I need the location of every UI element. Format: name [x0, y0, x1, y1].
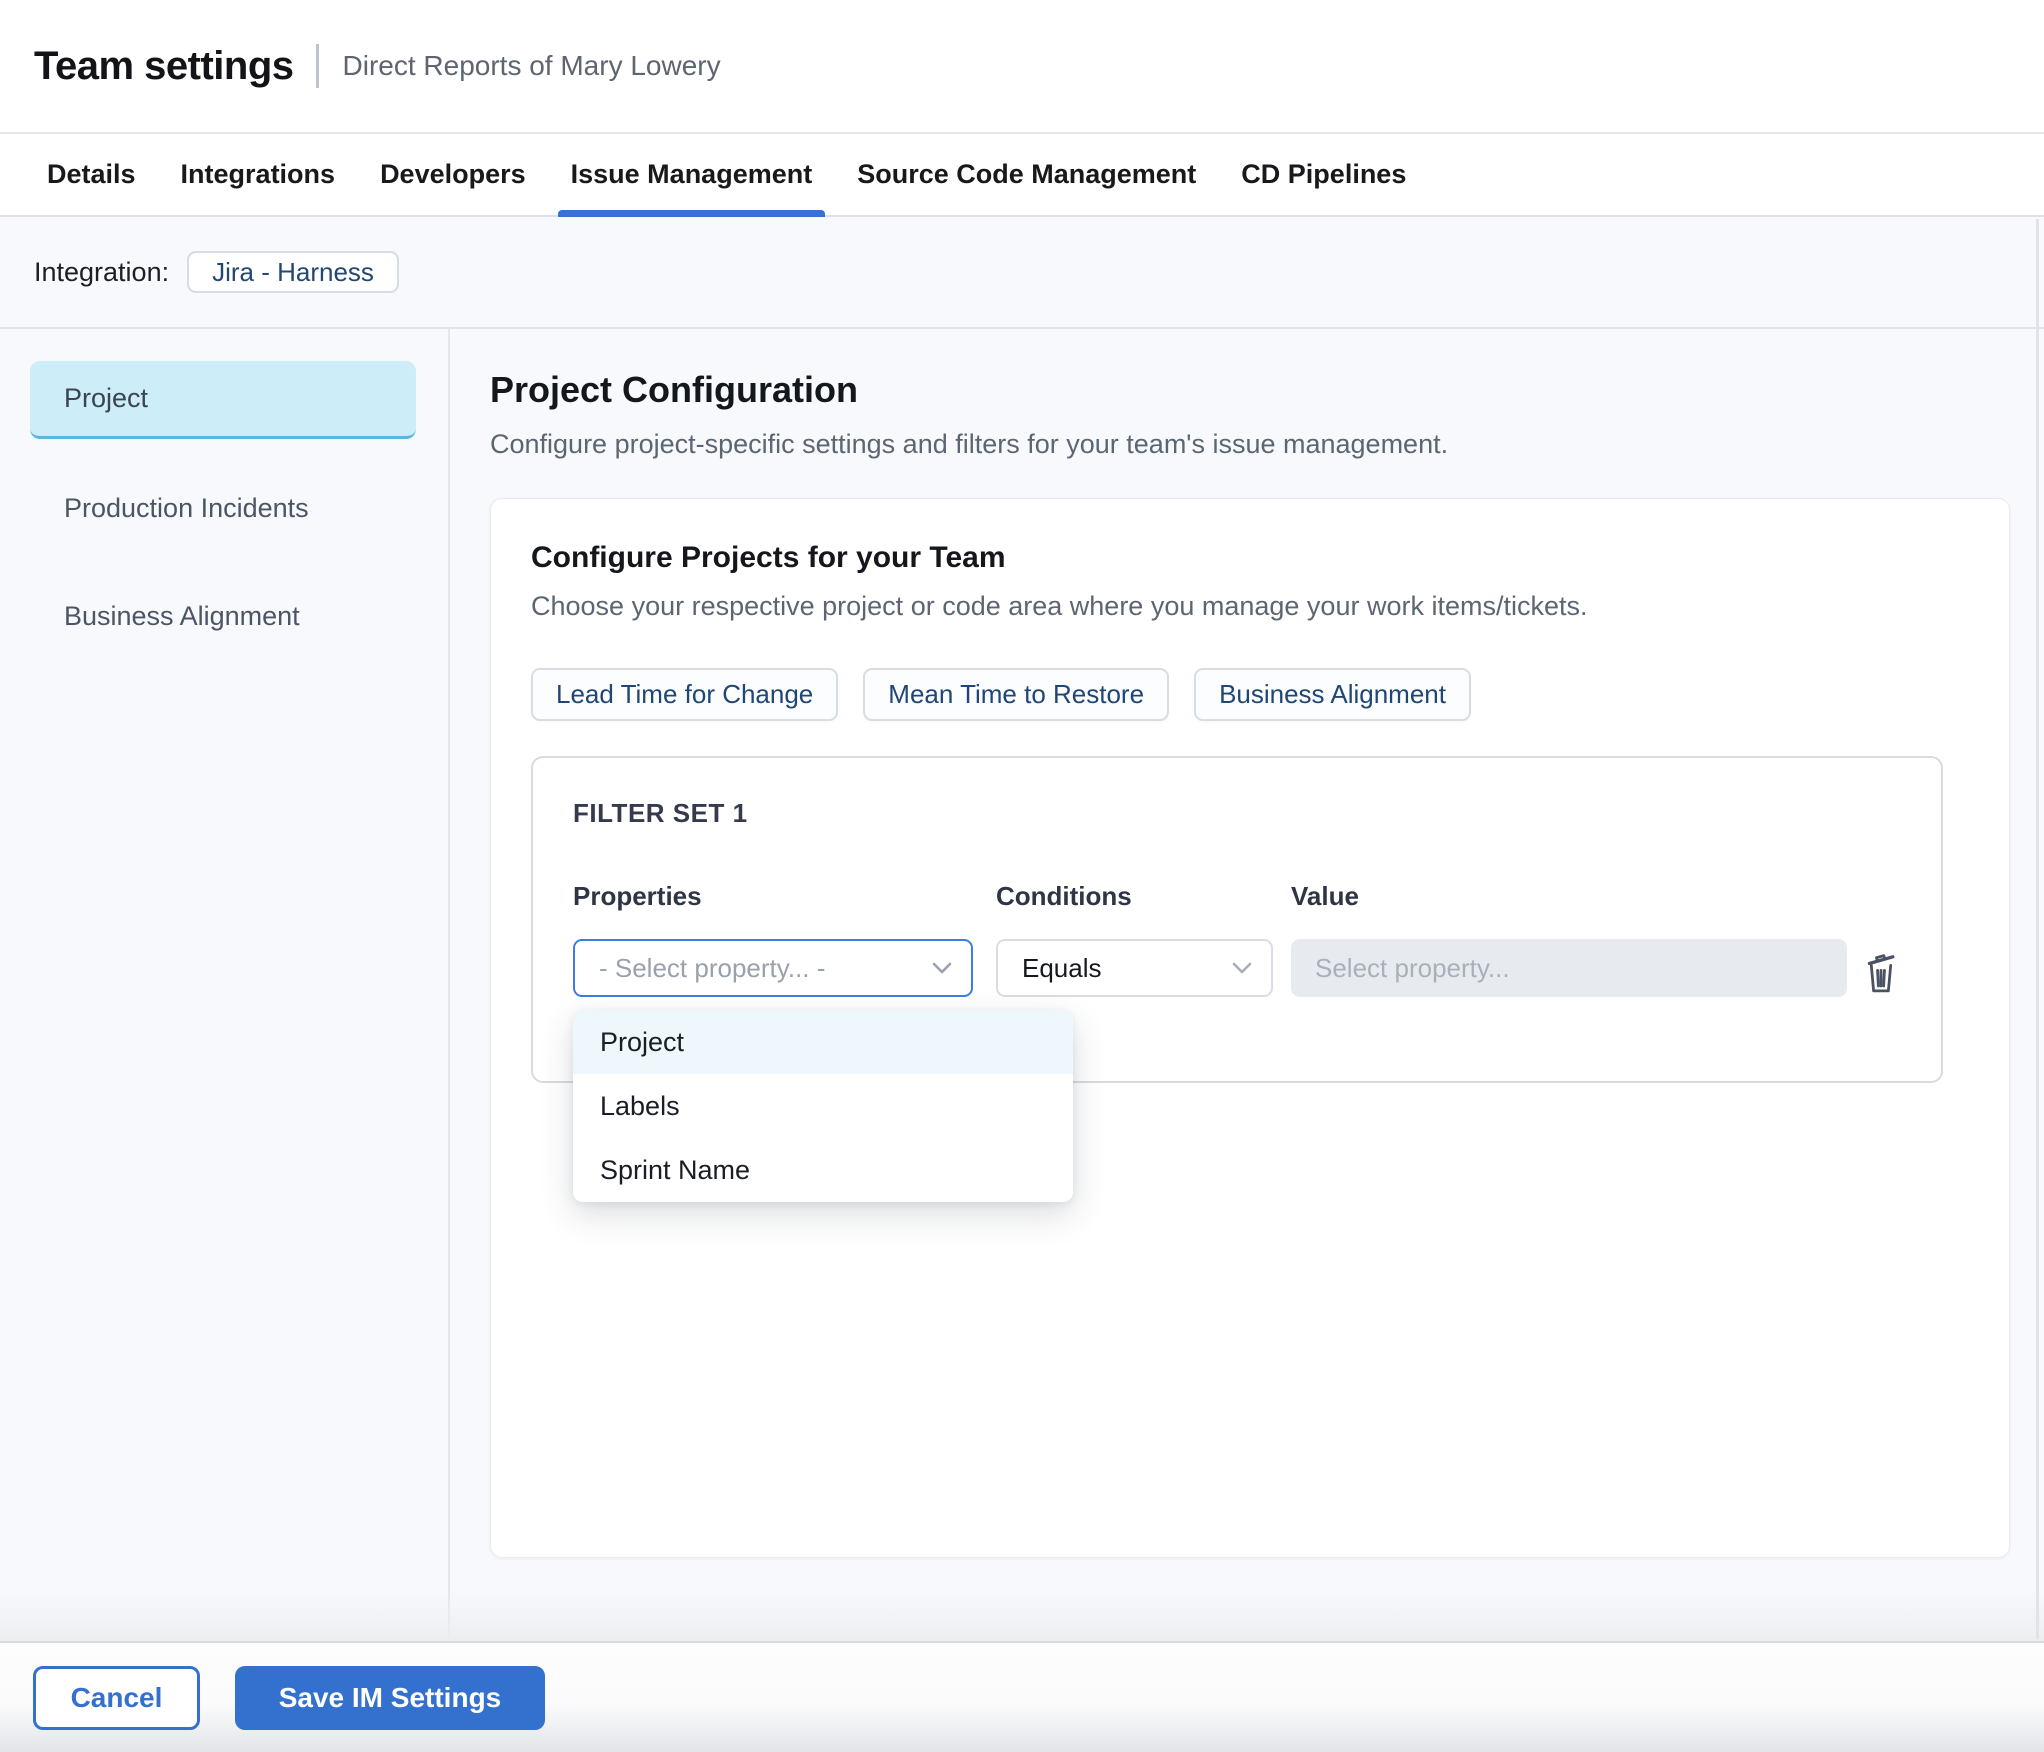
integration-row: Integration: Jira - Harness — [0, 217, 2044, 329]
main-panel: Project Configuration Configure project-… — [450, 329, 2044, 1641]
conditions-column: Conditions Equals — [996, 881, 1273, 997]
save-im-settings-button[interactable]: Save IM Settings — [235, 1665, 545, 1730]
section-description: Configure project-specific settings and … — [490, 429, 1449, 459]
tab-integrations[interactable]: Integrations — [168, 134, 349, 215]
conditions-column-label: Conditions — [996, 881, 1132, 911]
cancel-button[interactable]: Cancel — [33, 1665, 200, 1730]
chip-mean-time-to-restore[interactable]: Mean Time to Restore — [863, 668, 1170, 721]
scrollbar-track[interactable] — [2036, 219, 2039, 1639]
delete-filter-button[interactable] — [1861, 949, 1901, 995]
chevron-down-icon — [1231, 961, 1253, 975]
settings-sidebar: Project Production Incidents Business Al… — [0, 329, 450, 1641]
tab-bar: Details Integrations Developers Issue Ma… — [0, 134, 2044, 217]
integration-label: Integration: — [34, 256, 170, 287]
properties-column: Properties - Select property... - Projec… — [573, 881, 1073, 1202]
property-dropdown: Project Labels Sprint Name — [573, 1010, 1073, 1202]
section-title: Project Configuration — [490, 369, 858, 410]
value-column-label: Value — [1291, 881, 1359, 911]
trash-icon — [1861, 949, 1901, 995]
filter-row: Properties - Select property... - Projec… — [573, 881, 1901, 1202]
delete-column — [1861, 881, 1901, 995]
metric-chip-row: Lead Time for Change Mean Time to Restor… — [531, 668, 1969, 721]
sidebar-item-project[interactable]: Project — [30, 361, 416, 439]
integration-chip[interactable]: Jira - Harness — [187, 251, 399, 293]
dropdown-option-sprint-name[interactable]: Sprint Name — [573, 1138, 1073, 1202]
header: Team settings Direct Reports of Mary Low… — [0, 0, 2044, 134]
footer-action-bar: Cancel Save IM Settings — [0, 1641, 2044, 1752]
condition-select-value: Equals — [1022, 952, 1102, 983]
page-title: Team settings — [34, 43, 294, 88]
tab-source-code-management[interactable]: Source Code Management — [844, 134, 1209, 215]
dropdown-option-project[interactable]: Project — [573, 1010, 1073, 1074]
tab-issue-management[interactable]: Issue Management — [557, 134, 826, 217]
filter-set-1: FILTER SET 1 Properties - Select propert… — [531, 756, 1943, 1202]
properties-column-label: Properties — [573, 881, 702, 911]
sidebar-item-production-incidents[interactable]: Production Incidents — [30, 469, 416, 547]
property-select-placeholder: - Select property... - — [599, 952, 826, 983]
chip-lead-time-for-change[interactable]: Lead Time for Change — [531, 668, 839, 721]
configure-projects-card: Configure Projects for your Team Choose … — [490, 498, 2010, 1558]
chip-business-alignment[interactable]: Business Alignment — [1194, 668, 1471, 721]
value-input[interactable] — [1291, 939, 1847, 997]
dropdown-option-labels[interactable]: Labels — [573, 1074, 1073, 1138]
chevron-down-icon — [931, 961, 953, 975]
tab-details[interactable]: Details — [34, 134, 149, 215]
condition-select[interactable]: Equals — [996, 939, 1273, 997]
property-select[interactable]: - Select property... - — [573, 939, 973, 997]
team-settings-page: Team settings Direct Reports of Mary Low… — [0, 0, 2044, 1752]
content-area: Project Production Incidents Business Al… — [0, 329, 2044, 1641]
filter-set-title: FILTER SET 1 — [573, 798, 748, 828]
tab-cd-pipelines[interactable]: CD Pipelines — [1228, 134, 1419, 215]
card-subtitle: Choose your respective project or code a… — [531, 591, 1588, 621]
sidebar-item-business-alignment[interactable]: Business Alignment — [30, 577, 416, 655]
tab-developers[interactable]: Developers — [367, 134, 539, 215]
card-title: Configure Projects for your Team — [531, 541, 1006, 574]
value-column: Value — [1291, 881, 1847, 997]
page-subtitle: Direct Reports of Mary Lowery — [315, 44, 721, 88]
